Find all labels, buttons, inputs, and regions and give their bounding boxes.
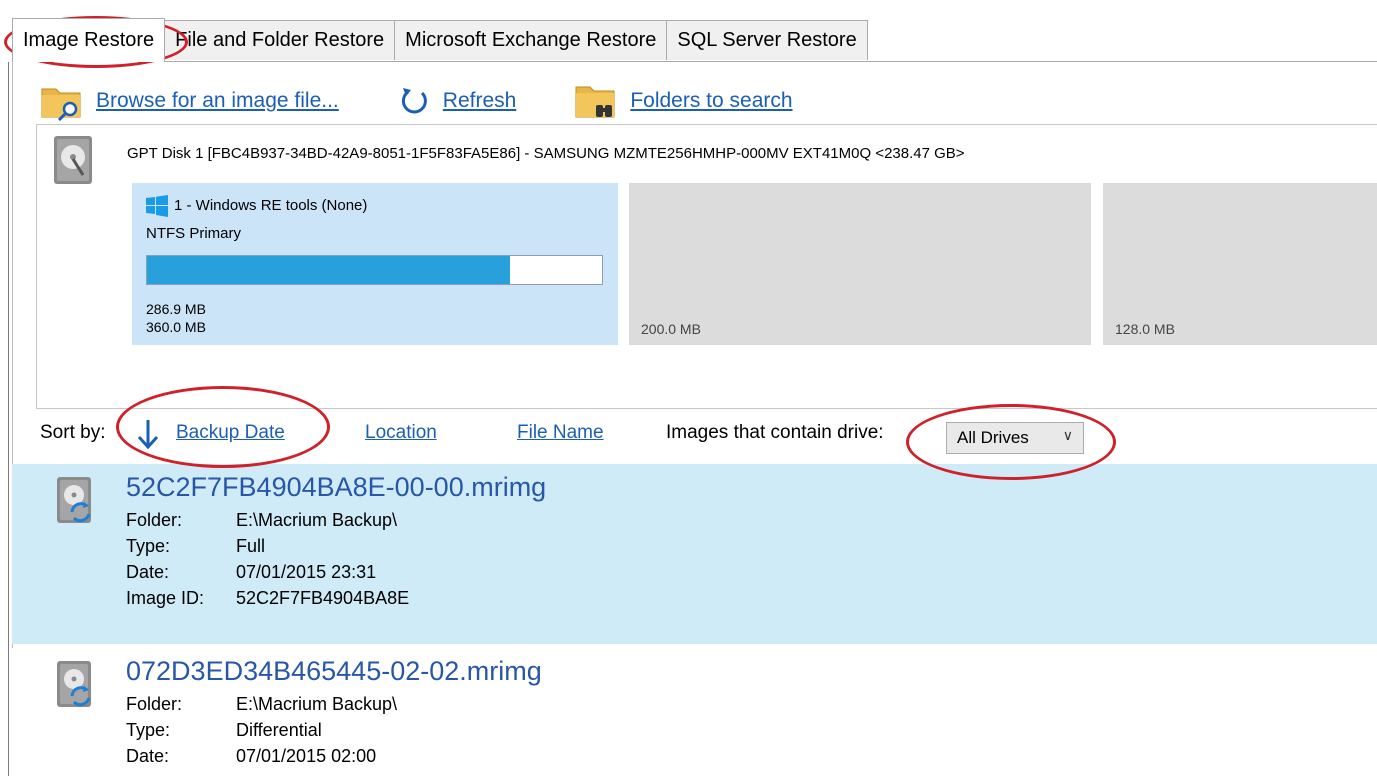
image-folder: E:\Macrium Backup\ (236, 510, 398, 530)
browse-image-button[interactable]: Browse for an image file... (40, 81, 339, 121)
folders-to-search-label: Folders to search (630, 89, 793, 112)
tab-label: File and Folder Restore (175, 29, 385, 51)
tab-exchange-restore[interactable]: Microsoft Exchange Restore (394, 20, 668, 60)
image-file-name: 072D3ED34B465445-02-02.mrimg (126, 656, 542, 686)
tab-label: Image Restore (23, 29, 155, 51)
image-type-row: Type: Differential (126, 720, 322, 741)
image-type-row: Type: Full (126, 536, 265, 557)
image-date-row: Date: 07/01/2015 23:31 (126, 562, 376, 583)
image-date-row: Date: 07/01/2015 02:00 (126, 746, 376, 767)
image-id-row: Image ID: 52C2F7FB4904BA8E (126, 588, 409, 609)
tab-label: SQL Server Restore (677, 29, 857, 51)
sort-file-name-link[interactable]: File Name (517, 422, 604, 444)
partition-1[interactable]: 1 - Windows RE tools (None) NTFS Primary… (132, 183, 618, 345)
tab-image-restore[interactable]: Image Restore (12, 18, 166, 62)
windows-logo-icon (146, 195, 168, 217)
partition-name: 1 - Windows RE tools (None) (174, 197, 368, 214)
drive-filter-select[interactable]: All Drives ∨ (946, 422, 1084, 454)
partition-usage-bar (146, 255, 603, 285)
disk-title: GPT Disk 1 [FBC4B937-34BD-42A9-8051-1F5F… (127, 145, 965, 162)
image-type: Full (236, 536, 266, 556)
sort-bar: Sort by: Backup Date Location File Name … (40, 418, 1377, 454)
drive-filter-value: All Drives (957, 428, 1029, 447)
restore-tabs: Image Restore File and Folder Restore Mi… (12, 18, 868, 62)
field-key: Date: (126, 562, 170, 582)
tab-divider (12, 61, 1377, 62)
field-key: Type: (126, 536, 171, 556)
field-key: Type: (126, 720, 171, 740)
image-file-name: 52C2F7FB4904BA8E-00-00.mrimg (126, 472, 547, 502)
partition-3[interactable]: 128.0 MB (1103, 183, 1377, 345)
toolbar: Browse for an image file... Refresh Fold… (40, 78, 851, 124)
restore-window: Image Restore File and Folder Restore Mi… (0, 0, 1377, 776)
browse-image-label: Browse for an image file... (96, 89, 339, 112)
partition-filesystem: NTFS Primary (146, 225, 241, 242)
image-file-icon (57, 477, 91, 523)
partition-size: 200.0 MB (641, 321, 701, 337)
field-key: Folder: (126, 510, 183, 530)
sort-location-link[interactable]: Location (365, 422, 437, 444)
refresh-label: Refresh (442, 89, 517, 112)
image-date: 07/01/2015 02:00 (236, 746, 377, 766)
refresh-icon (401, 88, 427, 114)
partition-size: 128.0 MB (1115, 321, 1175, 337)
chevron-down-icon: ∨ (1062, 427, 1073, 443)
image-file-icon (57, 661, 91, 707)
folder-binoculars-icon (575, 86, 615, 118)
sort-label: Sort by: (40, 422, 106, 443)
partition-2[interactable]: 200.0 MB (629, 183, 1091, 345)
partition-used: 286.9 MB (146, 301, 206, 317)
folders-to-search-button[interactable]: Folders to search (574, 81, 793, 121)
image-list-item[interactable]: 52C2F7FB4904BA8E-00-00.mrimg Folder: E:\M… (12, 464, 1377, 644)
drive-filter-label: Images that contain drive: (666, 422, 884, 443)
partition-total: 360.0 MB (146, 319, 206, 335)
image-id: 52C2F7FB4904BA8E (236, 588, 410, 608)
image-folder: E:\Macrium Backup\ (236, 694, 398, 714)
sort-descending-arrow-icon[interactable] (136, 418, 160, 450)
field-key: Image ID: (126, 588, 205, 608)
field-key: Date: (126, 746, 170, 766)
image-folder-row: Folder: E:\Macrium Backup\ (126, 510, 397, 531)
image-date: 07/01/2015 23:31 (236, 562, 377, 582)
disk-map-panel: GPT Disk 1 [FBC4B937-34BD-42A9-8051-1F5F… (36, 124, 1377, 409)
sort-backup-date-link[interactable]: Backup Date (176, 422, 285, 444)
partition-usage-fill (147, 256, 510, 284)
window-border (8, 62, 9, 776)
folder-search-icon (41, 88, 81, 121)
tab-file-folder-restore[interactable]: File and Folder Restore (164, 20, 396, 60)
image-list-item[interactable]: 072D3ED34B465445-02-02.mrimg Folder: E:\M… (12, 648, 1377, 776)
refresh-button[interactable]: Refresh (397, 84, 517, 118)
tab-label: Microsoft Exchange Restore (405, 29, 657, 51)
hard-disk-icon (54, 136, 92, 184)
field-key: Folder: (126, 694, 183, 714)
image-type: Differential (236, 720, 322, 740)
tab-sql-restore[interactable]: SQL Server Restore (666, 20, 868, 60)
image-folder-row: Folder: E:\Macrium Backup\ (126, 694, 397, 715)
